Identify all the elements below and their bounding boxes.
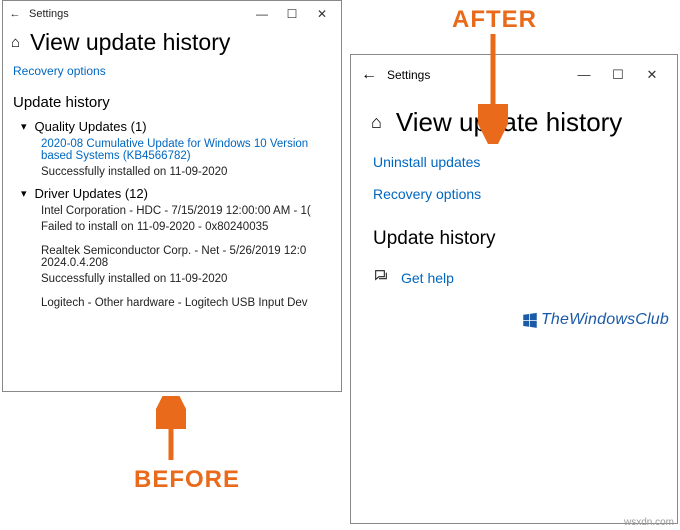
update-status: Failed to install on 11-09-2020 - 0x8024… <box>3 219 341 237</box>
update-item: Intel Corporation - HDC - 7/15/2019 12:0… <box>3 203 341 219</box>
chat-icon <box>373 268 389 287</box>
chevron-down-icon: ▾ <box>21 187 27 200</box>
watermark: TheWindowsClub <box>521 311 669 329</box>
maximize-button[interactable]: ☐ <box>601 62 635 88</box>
category-driver-updates[interactable]: ▾ Driver Updates (12) <box>3 182 341 203</box>
arrow-up-icon <box>156 396 186 466</box>
uninstall-updates-link[interactable]: Uninstall updates <box>351 144 677 176</box>
update-item: Logitech - Other hardware - Logitech USB… <box>3 295 341 311</box>
section-title: Update history <box>3 80 341 115</box>
page-heading: ⌂ View update history <box>351 105 677 144</box>
logo-icon <box>521 311 539 329</box>
get-help-row[interactable]: Get help <box>351 258 677 297</box>
app-title: Settings <box>387 68 430 82</box>
arrow-down-icon <box>478 34 508 144</box>
after-label: AFTER <box>452 6 537 34</box>
titlebar: ← Settings — ☐ ✕ <box>351 55 677 95</box>
recovery-options-link[interactable]: Recovery options <box>351 176 677 208</box>
category-label: Driver Updates (12) <box>35 186 148 201</box>
update-status: Successfully installed on 11-09-2020 <box>3 271 341 289</box>
section-title: Update history <box>351 208 677 258</box>
page-title: View update history <box>396 107 622 138</box>
after-window: ← Settings — ☐ ✕ ⌂ View update history U… <box>350 54 678 524</box>
page-title: View update history <box>30 29 230 56</box>
recovery-options-link[interactable]: Recovery options <box>3 62 341 80</box>
page-heading: ⌂ View update history <box>3 27 341 62</box>
home-icon[interactable]: ⌂ <box>11 34 20 51</box>
minimize-button[interactable]: — <box>247 1 277 27</box>
attribution: wsxdn.com <box>624 517 674 528</box>
titlebar: ← Settings — ☐ ✕ <box>3 1 341 27</box>
back-icon[interactable]: ← <box>7 8 23 20</box>
get-help-link[interactable]: Get help <box>401 270 454 286</box>
before-window: ← Settings — ☐ ✕ ⌂ View update history R… <box>2 0 342 392</box>
home-icon[interactable]: ⌂ <box>371 112 382 133</box>
close-button[interactable]: ✕ <box>307 1 337 27</box>
app-title: Settings <box>23 8 69 20</box>
update-item-link[interactable]: 2020-08 Cumulative Update for Windows 10… <box>3 136 341 164</box>
category-label: Quality Updates (1) <box>35 119 147 134</box>
category-quality-updates[interactable]: ▾ Quality Updates (1) <box>3 115 341 136</box>
back-icon[interactable]: ← <box>359 66 387 84</box>
minimize-button[interactable]: — <box>567 62 601 88</box>
update-status: Successfully installed on 11-09-2020 <box>3 164 341 182</box>
chevron-down-icon: ▾ <box>21 120 27 133</box>
before-label: BEFORE <box>134 466 240 494</box>
update-item: Realtek Semiconductor Corp. - Net - 5/26… <box>3 243 341 271</box>
close-button[interactable]: ✕ <box>635 62 669 88</box>
maximize-button[interactable]: ☐ <box>277 1 307 27</box>
